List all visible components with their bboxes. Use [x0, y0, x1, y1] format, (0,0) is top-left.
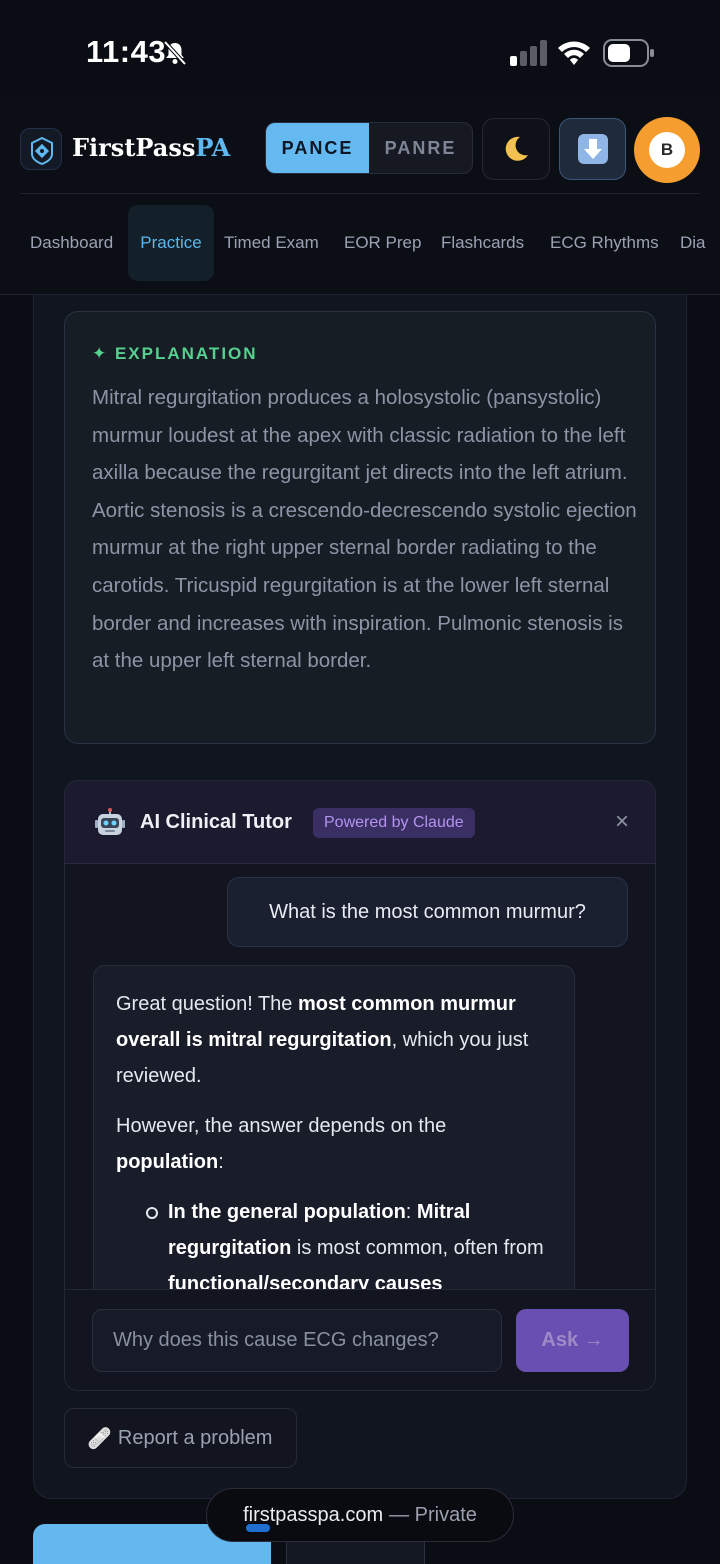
close-icon[interactable]: × — [609, 809, 635, 835]
nav-item-timed-exam[interactable]: Timed Exam — [224, 205, 319, 281]
ai-tutor-panel: AI Clinical Tutor Powered by Claude × Wh… — [64, 780, 656, 1391]
ai-text: is most common, often from — [291, 1237, 544, 1259]
nav-item-diagnostics[interactable]: Dia — [680, 205, 706, 281]
ai-message: Great question! The most common murmur o… — [93, 965, 575, 1289]
ai-text: : — [218, 1151, 224, 1173]
exam-toggle-panre[interactable]: PANRE — [369, 123, 472, 173]
download-button[interactable] — [559, 118, 626, 180]
robot-icon — [95, 808, 125, 835]
logo-icon[interactable] — [20, 128, 62, 170]
explanation-text: Mitral regurgitation produces a holosyst… — [92, 386, 637, 673]
report-problem-button[interactable]: 🩹 Report a problem — [64, 1408, 297, 1468]
exam-toggle-pance[interactable]: PANCE — [266, 123, 369, 173]
brand-main: FirstPass — [72, 133, 196, 162]
user-avatar[interactable]: B — [634, 117, 700, 183]
ai-bold-text: functional/secondary causes — [168, 1273, 443, 1289]
main-nav: Dashboard Practice Timed Exam EOR Prep F… — [0, 205, 720, 283]
nav-item-ecg-rhythms[interactable]: ECG Rhythms — [550, 205, 659, 281]
chat-messages[interactable]: What is the most common murmur? Great qu… — [65, 865, 655, 1289]
explanation-panel: ✦ EXPLANATION Mitral regurgitation produ… — [64, 311, 656, 744]
user-message: What is the most common murmur? — [227, 877, 628, 947]
bandage-icon: 🩹 — [87, 1427, 112, 1450]
cellular-signal-icon — [510, 40, 547, 66]
download-icon — [577, 134, 608, 164]
wifi-icon — [558, 41, 590, 65]
ai-list: In the general population: Mitral regurg… — [116, 1194, 552, 1289]
nav-item-practice[interactable]: Practice — [128, 205, 214, 281]
ai-bold-text: population — [116, 1151, 219, 1173]
app-header: FirstPassPA PANCE PANRE B Dashboard Prac… — [0, 100, 720, 295]
url-indicator — [246, 1524, 270, 1532]
theme-toggle-button[interactable] — [482, 118, 550, 180]
avatar-letter: B — [649, 132, 685, 168]
brand-accent: PA — [195, 133, 231, 162]
ai-text: : — [405, 1201, 417, 1223]
ask-input[interactable] — [92, 1309, 502, 1372]
moon-icon — [505, 136, 528, 161]
battery-icon — [603, 39, 654, 67]
nav-item-dashboard[interactable]: Dashboard — [30, 205, 113, 281]
ai-bold-text: In the general population — [168, 1201, 406, 1223]
url-private-label: — Private — [389, 1503, 477, 1526]
ai-list-item: In the general population: Mitral regurg… — [146, 1194, 552, 1289]
ai-text: However, the answer depends on the — [116, 1115, 447, 1137]
header-divider — [20, 193, 700, 194]
nav-item-flashcards[interactable]: Flashcards — [441, 205, 524, 281]
report-problem-label: Report a problem — [117, 1426, 273, 1449]
tutor-header: AI Clinical Tutor Powered by Claude × — [65, 781, 655, 864]
status-time: 11:43 — [86, 34, 167, 69]
bell-off-icon — [163, 40, 187, 66]
ai-paragraph-2: However, the answer depends on the popul… — [116, 1108, 552, 1180]
status-bar: 11:43 — [0, 0, 720, 100]
explanation-heading: ✦ EXPLANATION — [92, 344, 258, 363]
ask-button[interactable]: Ask → — [516, 1309, 629, 1372]
browser-url-pill[interactable]: firstpasspa.com — Private — [206, 1488, 514, 1542]
ai-paragraph-1: Great question! The most common murmur o… — [116, 986, 552, 1094]
brand-logo[interactable]: FirstPassPA — [72, 133, 230, 162]
exam-toggle: PANCE PANRE — [265, 122, 473, 174]
ask-row: Ask → — [65, 1289, 655, 1390]
powered-by-badge: Powered by Claude — [313, 808, 475, 838]
tutor-title: AI Clinical Tutor — [140, 811, 292, 833]
ai-text: Great question! The — [116, 993, 298, 1015]
nav-item-eor-prep[interactable]: EOR Prep — [344, 205, 421, 281]
